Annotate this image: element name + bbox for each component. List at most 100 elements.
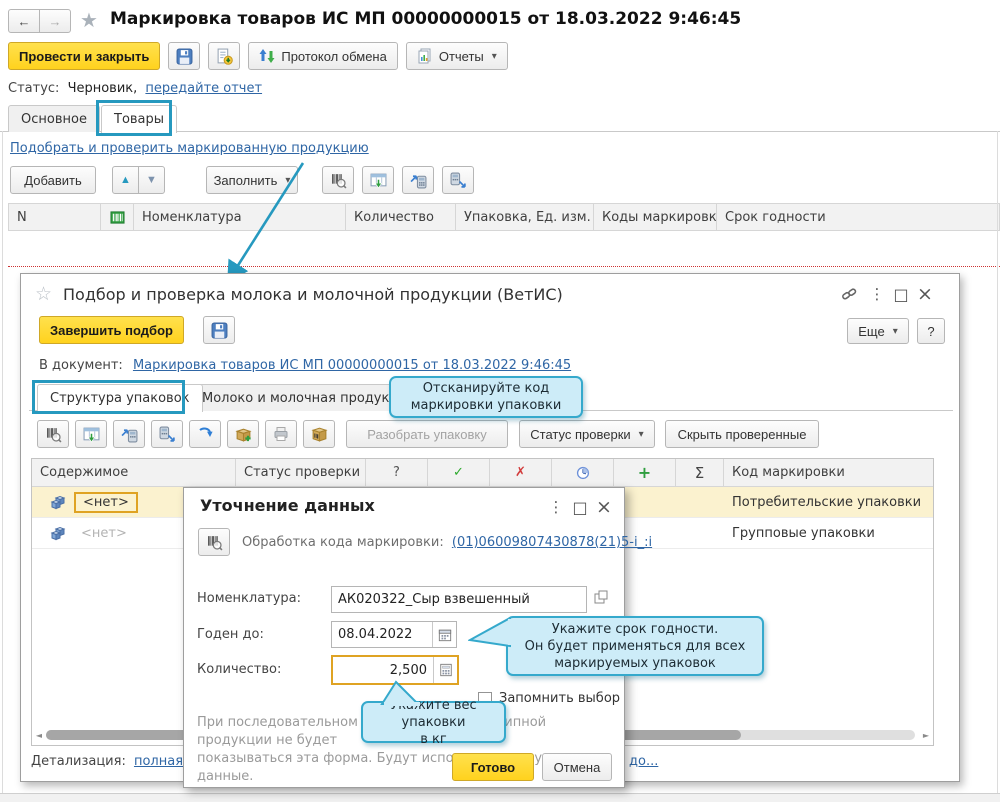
move-down-button[interactable]: ▼: [138, 166, 165, 194]
col-added[interactable]: +: [614, 459, 676, 486]
pick-and-check-link[interactable]: Подобрать и проверить маркированную прод…: [10, 141, 369, 156]
col-n[interactable]: N: [9, 204, 101, 230]
detail-link[interactable]: полная: [134, 754, 183, 769]
check-status-label: Статус проверки: [530, 427, 630, 442]
nomenclature-field[interactable]: АК020322_Сыр взвешенный: [331, 586, 587, 613]
done-button-label: Готово: [471, 760, 515, 775]
fill-table-button[interactable]: [75, 420, 107, 448]
reports-icon: [417, 48, 433, 64]
add-package-button[interactable]: [227, 420, 259, 448]
scroll-left-icon[interactable]: ◄: [32, 731, 46, 740]
col-check-ok[interactable]: ✓: [428, 459, 490, 486]
post-document-button[interactable]: [208, 42, 240, 70]
content-cell[interactable]: <нет>: [74, 525, 134, 542]
post-document-icon: [216, 48, 233, 65]
content-cell-selected[interactable]: <нет>: [74, 492, 138, 513]
calculator-icon[interactable]: [433, 657, 457, 683]
tooltip-expiry-pointer: [468, 614, 512, 654]
reports-button[interactable]: Отчеты ▾: [406, 42, 508, 70]
finish-selection-button[interactable]: Завершить подбор: [39, 316, 184, 344]
done-button[interactable]: Готово: [452, 753, 534, 781]
tab-milk-products-label: Молоко и молочная продукция: [202, 391, 414, 406]
favorite-star-icon[interactable]: ★: [80, 8, 98, 32]
maximize-icon[interactable]: □: [889, 285, 913, 304]
fill-button[interactable]: Заполнить▾: [206, 166, 298, 194]
print-button[interactable]: [265, 420, 297, 448]
calendar-icon[interactable]: [432, 622, 456, 647]
cancel-button-label: Отмена: [554, 760, 601, 775]
upload-to-terminal-button[interactable]: [113, 420, 145, 448]
help-button[interactable]: ?: [917, 318, 945, 344]
dialog-star-icon[interactable]: ☆: [35, 283, 52, 305]
tab-package-structure-label: Структура упаковок: [50, 391, 190, 406]
cancel-button[interactable]: Отмена: [542, 753, 612, 781]
packages-icon: [50, 524, 68, 542]
hide-checked-label: Скрыть проверенные: [678, 427, 807, 442]
tab-main[interactable]: Основное: [8, 105, 100, 132]
download-from-terminal-button[interactable]: [442, 166, 474, 194]
back-button[interactable]: ←: [8, 9, 40, 33]
check-icon: ✓: [453, 465, 464, 480]
disassemble-package-button[interactable]: Разобрать упаковку: [346, 420, 508, 448]
close-icon[interactable]: ×: [592, 496, 616, 518]
col-pending[interactable]: [552, 459, 614, 486]
modal-scan-button[interactable]: [198, 528, 230, 556]
code-cell[interactable]: Групповые упаковки: [724, 526, 933, 541]
save-button[interactable]: [168, 42, 200, 70]
check-status-button[interactable]: Статус проверки ▾: [519, 420, 655, 448]
chevron-down-icon: ▾: [639, 429, 644, 440]
modal-window-controls: ⋮ □ ×: [544, 496, 616, 518]
col-nomenclature[interactable]: Номенклатура: [134, 204, 346, 230]
add-button[interactable]: Добавить: [10, 166, 96, 194]
close-icon[interactable]: ×: [913, 283, 937, 305]
package-barcode-button[interactable]: [303, 420, 335, 448]
col-marking-code[interactable]: Код маркировки: [724, 459, 933, 486]
packages-table-header[interactable]: Содержимое Статус проверки ? ✓ ✗ + Σ Код…: [32, 459, 933, 487]
refresh-button[interactable]: [189, 420, 221, 448]
open-icon[interactable]: [593, 589, 609, 605]
more-menu-icon[interactable]: ⋮: [544, 498, 568, 516]
download-from-terminal-button[interactable]: [151, 420, 183, 448]
terminal-upload-icon: [121, 426, 138, 443]
goods-table-header[interactable]: N Номенклатура Количество Упаковка, Ед. …: [8, 203, 1000, 231]
upload-to-terminal-button[interactable]: [402, 166, 434, 194]
col-content[interactable]: Содержимое: [32, 459, 236, 486]
post-and-close-button[interactable]: Провести и закрыть: [8, 42, 160, 70]
col-check-status[interactable]: Статус проверки: [236, 459, 366, 486]
hide-checked-button[interactable]: Скрыть проверенные: [665, 420, 819, 448]
tab-goods-label: Товары: [114, 112, 164, 127]
get-link-icon[interactable]: [841, 286, 865, 302]
maximize-icon[interactable]: □: [568, 498, 592, 517]
scroll-right-icon[interactable]: ►: [919, 731, 933, 740]
scan-barcode-button[interactable]: [322, 166, 354, 194]
document-label: В документ:: [39, 358, 123, 373]
move-up-button[interactable]: ▲: [112, 166, 139, 194]
scan-barcode-button[interactable]: [37, 420, 69, 448]
expiry-field[interactable]: 08.04.2022: [331, 621, 457, 648]
fill-from-terminal-button[interactable]: [362, 166, 394, 194]
col-expiry[interactable]: Срок годности: [717, 204, 999, 230]
dialog-save-button[interactable]: [203, 316, 235, 344]
send-report-link[interactable]: передайте отчет: [145, 81, 262, 96]
forward-button[interactable]: →: [39, 9, 71, 33]
code-cell[interactable]: Потребительские упаковки: [724, 495, 933, 510]
col-sigma[interactable]: Σ: [676, 459, 724, 486]
col-unknown-icon[interactable]: ?: [366, 459, 428, 486]
collapse-link[interactable]: до...: [629, 754, 658, 769]
box-barcode-icon: [311, 426, 328, 443]
col-check-fail[interactable]: ✗: [490, 459, 552, 486]
col-marking-icon[interactable]: [101, 204, 134, 230]
cross-icon: ✗: [515, 465, 526, 480]
more-button[interactable]: Еще▾: [847, 318, 909, 344]
refresh-icon: [197, 426, 213, 442]
col-pack[interactable]: Упаковка, Ед. изм.: [456, 204, 594, 230]
terminal-upload-icon: [410, 172, 427, 189]
code-processing-link[interactable]: (01)06009807430878(21)5-i_:i: [452, 535, 652, 550]
col-codes[interactable]: Коды маркировки: [594, 204, 717, 230]
more-menu-icon[interactable]: ⋮: [865, 285, 889, 303]
col-qty[interactable]: Количество: [346, 204, 456, 230]
tab-package-structure[interactable]: Структура упаковок: [37, 384, 203, 412]
exchange-protocol-button[interactable]: Протокол обмена: [248, 42, 398, 70]
tab-goods[interactable]: Товары: [101, 105, 177, 133]
document-link[interactable]: Маркировка товаров ИС МП 00000000015 от …: [133, 358, 571, 373]
